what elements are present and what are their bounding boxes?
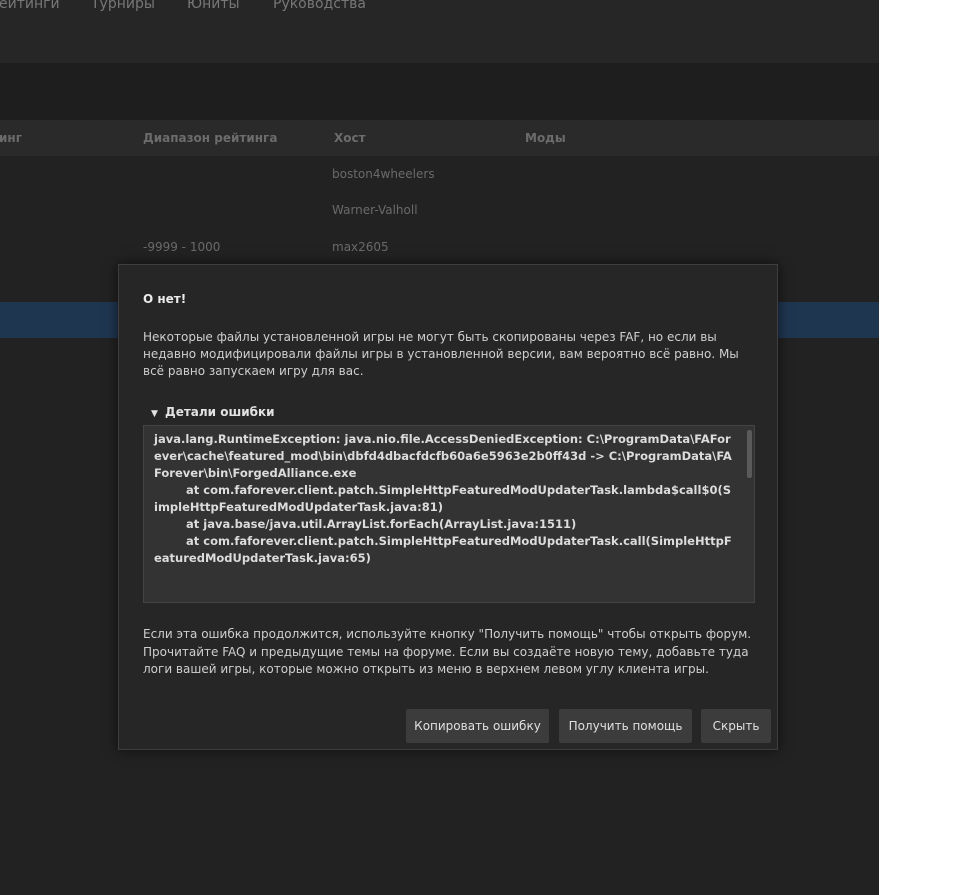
error-details-textarea[interactable]: java.lang.RuntimeException: java.nio.fil…: [143, 425, 755, 603]
nav-item-tournaments[interactable]: Турниры: [91, 0, 155, 12]
column-header-rating-range[interactable]: Диапазон рейтинга: [143, 131, 277, 145]
table-row[interactable]: -9999 - 1000 max2605: [0, 229, 879, 266]
table-row[interactable]: boston4wheelers: [0, 156, 879, 193]
column-header-host[interactable]: Хост: [334, 131, 366, 145]
error-details-toggle[interactable]: ▼ Детали ошибки: [151, 405, 275, 419]
nav-item-ratings[interactable]: ейтинги: [0, 0, 60, 12]
cell-host: boston4wheelers: [332, 167, 435, 181]
dialog-message: Некоторые файлы установленной игры не мо…: [143, 330, 739, 378]
column-header-mods[interactable]: Моды: [525, 131, 566, 145]
dialog-help-text: Если эта ошибка продолжится, используйте…: [143, 627, 752, 676]
app-window: ейтинги Турниры Юниты Руководства инг Ди…: [0, 0, 879, 895]
triangle-down-icon: ▼: [151, 409, 158, 419]
error-details-label: Детали ошибки: [165, 405, 275, 419]
cell-rating-range: -9999 - 1000: [143, 240, 221, 254]
top-navigation: ейтинги Турниры Юниты Руководства: [0, 0, 879, 63]
column-header-rating[interactable]: инг: [0, 131, 22, 145]
error-dialog: О нет! Некоторые файлы установленной игр…: [118, 264, 778, 750]
nav-item-units[interactable]: Юниты: [187, 0, 240, 12]
nav-item-guides[interactable]: Руководства: [273, 0, 366, 12]
games-toolbar: [0, 63, 879, 120]
error-stacktrace-text[interactable]: java.lang.RuntimeException: java.nio.fil…: [144, 426, 754, 567]
games-table-header: инг Диапазон рейтинга Хост Моды: [0, 120, 879, 156]
dialog-title: О нет!: [143, 292, 187, 306]
table-row[interactable]: Warner-Valholl: [0, 192, 879, 229]
vertical-scrollbar[interactable]: [747, 430, 752, 478]
hide-button[interactable]: Скрыть: [701, 709, 771, 743]
cell-host: max2605: [332, 240, 389, 254]
cell-host: Warner-Valholl: [332, 203, 418, 217]
copy-error-button[interactable]: Копировать ошибку: [406, 709, 549, 743]
get-help-button[interactable]: Получить помощь: [559, 709, 692, 743]
